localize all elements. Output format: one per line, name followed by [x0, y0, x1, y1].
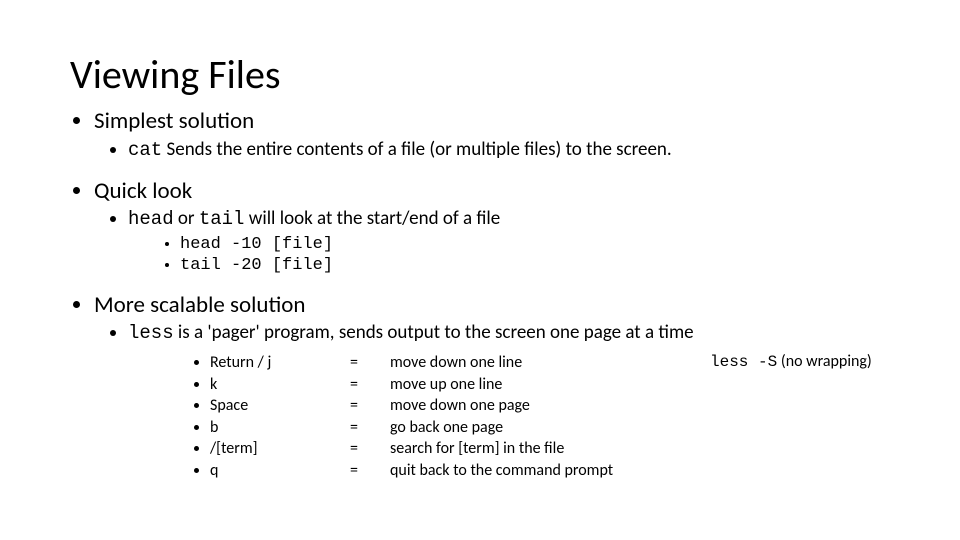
bullet-list: Simplest solution cat Sends the entire c…: [70, 107, 890, 482]
eq: =: [350, 460, 390, 482]
key-item: Return / j: [210, 352, 350, 374]
keys-column: Return / j k Space b /[term] q: [188, 352, 350, 482]
less-line: less is a 'pager' program, sends output …: [128, 321, 890, 481]
keys-block: Return / j k Space b /[term] q = = = =: [188, 352, 890, 482]
key-desc: move up one line: [390, 374, 670, 396]
section-scalable: More scalable solution less is a 'pager'…: [94, 291, 890, 482]
eq: =: [350, 417, 390, 439]
section-simplest: Simplest solution cat Sends the entire c…: [94, 107, 890, 163]
less-desc: is a 'pager' program, sends output to th…: [174, 321, 694, 344]
key-desc: go back one page: [390, 417, 670, 439]
section-heading: Simplest solution: [94, 107, 254, 135]
eq: =: [350, 438, 390, 460]
cmd-head: head: [128, 208, 174, 230]
section-heading: More scalable solution: [94, 291, 306, 319]
key-desc: quit back to the command prompt: [390, 460, 670, 482]
cat-line: cat Sends the entire contents of a file …: [128, 138, 890, 163]
equals-column: = = = = = =: [350, 352, 390, 482]
head-tail-line: head or tail will look at the start/end …: [128, 207, 890, 276]
text-or: or: [174, 207, 199, 230]
example-tail: tail -20 [file]: [180, 255, 890, 276]
key-desc: search for [term] in the file: [390, 438, 670, 460]
section-heading: Quick look: [94, 177, 192, 205]
eq: =: [350, 395, 390, 417]
example-head: head -10 [file]: [180, 234, 890, 255]
key-item: /[term]: [210, 438, 350, 460]
slide-title: Viewing Files: [70, 50, 890, 99]
slide: Viewing Files Simplest solution cat Send…: [0, 0, 960, 526]
cat-desc: Sends the entire contents of a file (or …: [162, 138, 672, 161]
note-text: (no wrapping): [777, 352, 872, 371]
key-item: Space: [210, 395, 350, 417]
cmd-less: less: [128, 322, 174, 344]
key-item: k: [210, 374, 350, 396]
cmd-cat: cat: [128, 139, 162, 161]
key-item: b: [210, 417, 350, 439]
cmd-less-s: less -S: [710, 353, 777, 371]
desc-column: move down one line move up one line move…: [390, 352, 670, 482]
key-desc: move down one line: [390, 352, 670, 374]
eq: =: [350, 352, 390, 374]
key-item: q: [210, 460, 350, 482]
key-desc: move down one page: [390, 395, 670, 417]
note-less-s: less -S (no wrapping): [710, 352, 872, 372]
section-quick-look: Quick look head or tail will look at the…: [94, 177, 890, 277]
head-tail-desc: will look at the start/end of a file: [244, 207, 500, 230]
eq: =: [350, 374, 390, 396]
cmd-tail: tail: [199, 208, 245, 230]
